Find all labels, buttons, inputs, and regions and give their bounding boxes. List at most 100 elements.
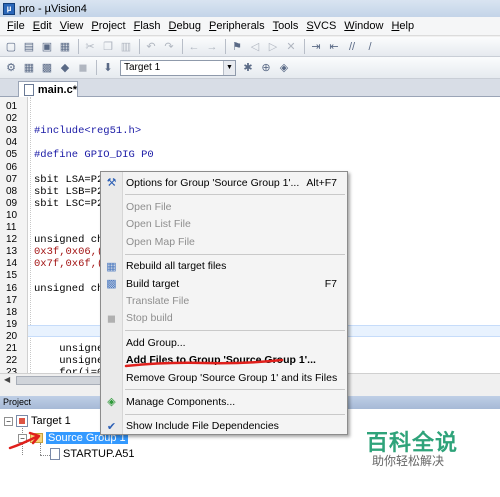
menu-bar: File Edit View Project Flash Debug Peripherals…	[0, 17, 500, 36]
build-icon[interactable]: ▦	[21, 60, 37, 76]
menu-separator	[125, 253, 345, 255]
menu-item-label: Stop build	[126, 312, 173, 325]
menu-item-label: Translate File	[126, 294, 190, 307]
menu-label-rest: lash	[140, 19, 161, 32]
unindent-icon[interactable]: ⇤	[326, 39, 342, 55]
menu-item-options-for-group-source-group-1[interactable]: ⚒ Options for Group 'Source Group 1'... Al…	[101, 174, 347, 191]
options-icon: ⚒	[106, 177, 117, 189]
menu-label-rest: VCS	[313, 19, 337, 32]
code-text: 0x7f,0x6f,(	[34, 258, 104, 271]
menu-label-rest: eripherals	[216, 19, 265, 32]
line-number: 16	[6, 282, 18, 294]
menu-label-rest: ebug	[176, 19, 201, 32]
rebuild-icon: ▦	[106, 260, 117, 273]
menu-project[interactable]: Project	[87, 18, 129, 35]
comment-icon[interactable]: //	[344, 39, 360, 55]
menu-separator	[125, 413, 345, 415]
cut-icon[interactable]: ✂	[82, 39, 98, 55]
menu-edit[interactable]: Edit	[29, 18, 56, 35]
menu-item-open-file[interactable]: Open File	[101, 198, 347, 215]
tab-main-c[interactable]: main.c*	[18, 81, 78, 97]
batch-build-icon[interactable]: ◆	[57, 60, 73, 76]
menu-separator	[125, 330, 345, 332]
menu-item-show-include-file-dependencies[interactable]: ✔ Show Include File Dependencies	[101, 418, 347, 435]
menu-label-rest: elp	[399, 19, 415, 32]
c-file-icon	[24, 83, 34, 96]
uncomment-icon[interactable]: /	[362, 39, 378, 55]
code-text: 0x3f,0x06,(	[34, 246, 104, 259]
menu-tools[interactable]: Tools	[269, 18, 303, 35]
menu-flash[interactable]: Flash	[130, 18, 165, 35]
nav-forward-icon[interactable]: →	[204, 39, 220, 55]
tree-item-file[interactable]: STARTUP.A51	[50, 447, 135, 461]
line-number: 08	[6, 185, 18, 197]
menu-debug[interactable]: Debug	[165, 18, 205, 35]
save-icon[interactable]: ▣	[39, 39, 55, 55]
menu-item-label: Open List File	[126, 218, 191, 231]
line-number: 02	[6, 113, 18, 125]
menu-help[interactable]: Help	[387, 18, 418, 35]
copy-icon[interactable]: ❐	[100, 39, 116, 55]
line-number: 04	[6, 137, 18, 149]
code-text: sbit LSC=P2	[34, 197, 104, 210]
code-text: unsigned ch	[34, 282, 104, 295]
new-file-icon[interactable]: ▢	[3, 39, 19, 55]
menu-mnemonic: S	[306, 19, 314, 32]
code-text: unsigne	[34, 343, 104, 355]
open-folder-icon[interactable]: ▤	[21, 39, 37, 55]
menu-svcs[interactable]: SVCS	[302, 18, 340, 35]
chevron-down-icon[interactable]: ▼	[223, 60, 235, 75]
menu-peripherals[interactable]: Peripherals	[205, 18, 269, 35]
nav-back-icon[interactable]: ←	[186, 39, 202, 55]
menu-window[interactable]: Window	[340, 18, 387, 35]
red-underline-annotation	[124, 358, 284, 368]
collapse-icon[interactable]: −	[4, 416, 13, 426]
menu-item-open-map-file[interactable]: Open Map File	[101, 233, 347, 250]
manage-components-icon[interactable]: ◈	[276, 60, 292, 76]
menu-mnemonic: E	[32, 19, 41, 32]
menu-item-manage-components[interactable]: ◈ Manage Components...	[101, 393, 347, 410]
code-line: 04	[0, 137, 500, 149]
paste-icon[interactable]: ▥	[118, 39, 134, 55]
tree-item-label: Target 1	[31, 415, 71, 427]
line-number: 03	[6, 125, 18, 137]
target-select[interactable]: Target 1 ▼	[120, 59, 236, 76]
file-extensions-icon[interactable]: ⊕	[258, 60, 274, 76]
menu-item-shortcut: Alt+F7	[306, 176, 337, 189]
bookmark-clear-icon[interactable]: ✕	[283, 39, 299, 55]
redo-icon[interactable]: ↷	[161, 39, 177, 55]
undo-icon[interactable]: ↶	[143, 39, 159, 55]
menu-view[interactable]: View	[56, 18, 88, 35]
code-text: unsigned ch	[34, 234, 104, 247]
scroll-left-icon[interactable]: ◀	[4, 375, 14, 385]
menu-item-add-group[interactable]: Add Group...	[101, 334, 347, 351]
menu-item-remove-group-source-group-1-and-its-files[interactable]: Remove Group 'Source Group 1' and its Fi…	[101, 369, 347, 386]
line-number: 20	[6, 330, 18, 342]
menu-item-translate-file[interactable]: Translate File	[101, 292, 347, 309]
stop-build-icon[interactable]: ◼	[75, 60, 91, 76]
bookmark-next-icon[interactable]: ▷	[265, 39, 281, 55]
bookmark-prev-icon[interactable]: ◁	[247, 39, 263, 55]
menu-item-label: Rebuild all target files	[126, 260, 227, 273]
tree-item-target[interactable]: − Target 1	[4, 414, 71, 428]
rebuild-icon[interactable]: ▩	[39, 60, 55, 76]
download-icon[interactable]: ⬇	[100, 60, 116, 76]
target-options-icon[interactable]: ✱	[240, 60, 256, 76]
menu-item-rebuild-all-target-files[interactable]: ▦ Rebuild all target files	[101, 258, 347, 275]
line-number: 05	[6, 149, 18, 161]
menu-item-build-target[interactable]: ▩ Build target F7	[101, 275, 347, 292]
bookmark-icon[interactable]: ⚑	[229, 39, 245, 55]
menu-item-label: Manage Components...	[126, 395, 236, 408]
menu-item-label: Add Group...	[126, 336, 186, 349]
save-all-icon[interactable]: ▦	[57, 39, 73, 55]
asm-file-icon	[50, 448, 60, 460]
menu-separator	[125, 389, 345, 391]
menu-item-open-list-file[interactable]: Open List File	[101, 216, 347, 233]
line-number: 15	[6, 270, 18, 282]
menu-item-stop-build[interactable]: ◼ Stop build	[101, 310, 347, 327]
code-line: 02	[0, 113, 500, 125]
line-number: 09	[6, 197, 18, 209]
translate-icon[interactable]: ⚙	[3, 60, 19, 76]
menu-file[interactable]: File	[3, 18, 29, 35]
indent-icon[interactable]: ⇥	[308, 39, 324, 55]
